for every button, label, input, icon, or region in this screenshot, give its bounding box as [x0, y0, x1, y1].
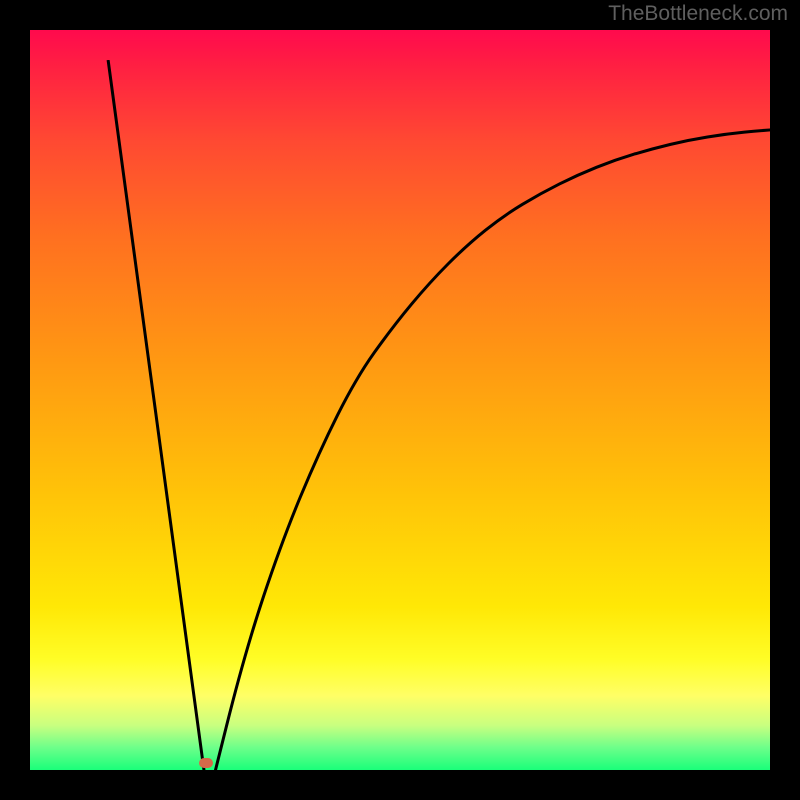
chart-container: TheBottleneck.com — [0, 0, 800, 800]
plot-area — [0, 0, 800, 800]
attribution-text: TheBottleneck.com — [608, 2, 788, 26]
curve-path — [108, 60, 800, 800]
curve-svg — [60, 60, 800, 800]
vertex-marker — [199, 758, 213, 768]
